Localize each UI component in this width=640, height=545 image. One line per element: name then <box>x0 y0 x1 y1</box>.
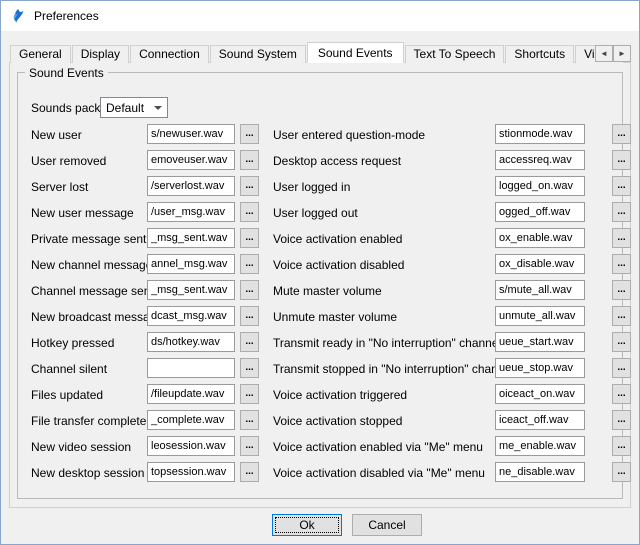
event-label: Desktop access request <box>273 154 401 168</box>
sounds-pack-label: Sounds pack <box>31 101 100 115</box>
sound-event-row: Transmit ready in "No interruption" chan… <box>1 332 639 352</box>
sound-file-input[interactable] <box>495 280 585 300</box>
sound-event-row: Unmute master volume ... <box>1 306 639 326</box>
sound-event-row: Voice activation enabled via "Me" menu .… <box>1 436 639 456</box>
sound-file-input[interactable] <box>495 462 585 482</box>
tab-text-to-speech[interactable]: Text To Speech <box>405 45 505 63</box>
tab-shortcuts[interactable]: Shortcuts <box>505 45 574 63</box>
dropdown-arrow-icon <box>154 106 162 110</box>
sound-event-row: Voice activation disabled ... <box>1 254 639 274</box>
event-label: Unmute master volume <box>273 310 397 324</box>
event-label: Voice activation enabled via "Me" menu <box>273 440 483 454</box>
browse-button[interactable]: ... <box>612 436 631 456</box>
tab-sound-system[interactable]: Sound System <box>210 45 306 63</box>
tab-scroll-right-icon[interactable]: ► <box>613 45 631 62</box>
sound-event-row: User entered question-mode ... <box>1 124 639 144</box>
sounds-pack-value: Default <box>106 101 144 115</box>
sound-file-input[interactable] <box>495 150 585 170</box>
sound-file-input[interactable] <box>495 410 585 430</box>
event-label: Voice activation disabled via "Me" menu <box>273 466 485 480</box>
event-label: Voice activation triggered <box>273 388 407 402</box>
sound-event-row: Voice activation enabled ... <box>1 228 639 248</box>
tab-connection[interactable]: Connection <box>130 45 209 63</box>
sound-file-input[interactable] <box>495 384 585 404</box>
ok-button[interactable]: Ok <box>272 514 342 536</box>
sound-event-row: Voice activation disabled via "Me" menu … <box>1 462 639 482</box>
event-label: Voice activation disabled <box>273 258 404 272</box>
sound-event-row: Desktop access request ... <box>1 150 639 170</box>
browse-button[interactable]: ... <box>612 306 631 326</box>
preferences-window: Preferences General Display Connection S… <box>0 0 640 545</box>
sound-event-row: Voice activation stopped ... <box>1 410 639 430</box>
browse-button[interactable]: ... <box>612 384 631 404</box>
sound-file-input[interactable] <box>495 124 585 144</box>
browse-button[interactable]: ... <box>612 176 631 196</box>
browse-button[interactable]: ... <box>612 280 631 300</box>
sound-event-row: Transmit stopped in "No interruption" ch… <box>1 358 639 378</box>
event-label: Transmit stopped in "No interruption" ch… <box>273 362 514 376</box>
tab-scroller: ◄ ► <box>595 45 631 62</box>
title-bar: Preferences <box>1 1 639 31</box>
tab-scroll-left-icon[interactable]: ◄ <box>595 45 613 62</box>
sound-file-input[interactable] <box>495 358 585 378</box>
tab-display[interactable]: Display <box>72 45 129 63</box>
tab-strip: General Display Connection Sound System … <box>10 42 631 63</box>
app-logo-icon <box>10 8 26 24</box>
event-label: User logged out <box>273 206 358 220</box>
browse-button[interactable]: ... <box>612 202 631 222</box>
browse-button[interactable]: ... <box>612 410 631 430</box>
event-label: Transmit ready in "No interruption" chan… <box>273 336 501 350</box>
event-label: User logged in <box>273 180 350 194</box>
event-label: User entered question-mode <box>273 128 425 142</box>
browse-button[interactable]: ... <box>612 150 631 170</box>
sound-event-row: User logged in ... <box>1 176 639 196</box>
sound-event-row: User logged out ... <box>1 202 639 222</box>
sound-file-input[interactable] <box>495 254 585 274</box>
event-label: Voice activation enabled <box>273 232 402 246</box>
browse-button[interactable]: ... <box>612 462 631 482</box>
browse-button[interactable]: ... <box>612 124 631 144</box>
sound-file-input[interactable] <box>495 436 585 456</box>
window-title: Preferences <box>34 9 99 23</box>
browse-button[interactable]: ... <box>612 332 631 352</box>
browse-button[interactable]: ... <box>612 358 631 378</box>
sounds-pack-select[interactable]: Default <box>100 97 168 118</box>
browse-button[interactable]: ... <box>612 228 631 248</box>
tab-sound-events[interactable]: Sound Events <box>307 42 404 63</box>
sound-file-input[interactable] <box>495 306 585 326</box>
sound-file-input[interactable] <box>495 176 585 196</box>
event-label: Mute master volume <box>273 284 382 298</box>
browse-button[interactable]: ... <box>612 254 631 274</box>
sound-event-row: Mute master volume ... <box>1 280 639 300</box>
groupbox-title: Sound Events <box>25 66 108 80</box>
tab-general[interactable]: General <box>10 45 71 63</box>
event-label: Voice activation stopped <box>273 414 402 428</box>
sound-file-input[interactable] <box>495 202 585 222</box>
cancel-button[interactable]: Cancel <box>352 514 422 536</box>
sound-file-input[interactable] <box>495 332 585 352</box>
sound-event-row: Voice activation triggered ... <box>1 384 639 404</box>
sound-file-input[interactable] <box>495 228 585 248</box>
